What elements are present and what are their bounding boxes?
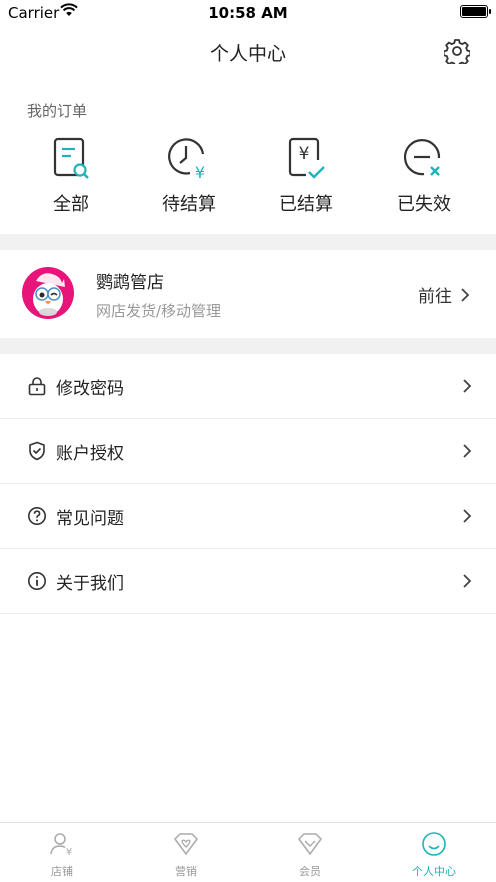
order-pending-button[interactable]: ¥ 待结算 bbox=[139, 136, 239, 216]
chevron-right-icon bbox=[463, 444, 472, 458]
tab-marketing[interactable]: 营销 bbox=[124, 831, 248, 879]
status-time: 10:58 AM bbox=[208, 4, 288, 22]
settings-menu: 修改密码 账户授权 常见问题 关于我们 bbox=[0, 354, 496, 614]
svg-text:¥: ¥ bbox=[66, 847, 72, 857]
shop-go-label: 前往 bbox=[418, 287, 452, 307]
person-yen-icon: ¥ bbox=[50, 833, 72, 857]
minus-circle-x-icon bbox=[403, 139, 441, 176]
svg-text:¥: ¥ bbox=[299, 144, 310, 164]
menu-item-about-us[interactable]: 关于我们 bbox=[0, 549, 496, 614]
gear-icon[interactable] bbox=[444, 38, 470, 64]
tab-bar: ¥ 店铺 营销 会员 个人中心 bbox=[0, 822, 496, 882]
chevron-right-icon bbox=[461, 287, 470, 302]
tab-label: 会员 bbox=[299, 865, 321, 878]
orders-section: 我的订单 全部 ¥ 待结算 ¥ 已结算 已失效 bbox=[0, 96, 496, 234]
shop-description: 网店发货/移动管理 bbox=[96, 302, 222, 320]
clock-yen-icon: ¥ bbox=[168, 138, 205, 182]
menu-label: 修改密码 bbox=[56, 379, 124, 399]
order-settled-button[interactable]: ¥ 已结算 bbox=[256, 136, 356, 216]
document-yen-check-icon: ¥ bbox=[288, 137, 325, 179]
menu-item-faq[interactable]: 常见问题 bbox=[0, 484, 496, 549]
order-expired-label: 已失效 bbox=[397, 194, 451, 215]
lock-icon bbox=[28, 377, 46, 396]
question-circle-icon bbox=[28, 507, 46, 525]
order-settled-label: 已结算 bbox=[279, 194, 333, 215]
diamond-icon bbox=[298, 833, 322, 855]
smile-icon bbox=[422, 832, 446, 856]
info-circle-icon bbox=[28, 572, 46, 590]
parrot-logo-icon bbox=[33, 273, 65, 316]
order-expired-button[interactable]: 已失效 bbox=[374, 136, 474, 216]
tab-shop[interactable]: ¥ 店铺 bbox=[0, 831, 124, 879]
shop-go-button[interactable]: 前往 bbox=[418, 282, 470, 307]
shop-card[interactable]: 鹦鹉管店 网店发货/移动管理 前往 bbox=[0, 250, 496, 338]
orders-title: 我的订单 bbox=[27, 102, 88, 120]
tab-label: 店铺 bbox=[51, 865, 73, 878]
nav-bar: 个人中心 bbox=[0, 26, 496, 76]
menu-label: 关于我们 bbox=[56, 574, 124, 594]
order-all-button[interactable]: 全部 bbox=[21, 136, 121, 216]
diamond-heart-icon bbox=[174, 833, 198, 855]
section-divider bbox=[0, 234, 496, 250]
tab-label: 个人中心 bbox=[412, 865, 456, 878]
shop-avatar bbox=[22, 267, 74, 319]
svg-text:¥: ¥ bbox=[195, 163, 205, 182]
tab-members[interactable]: 会员 bbox=[248, 831, 372, 879]
shop-name: 鹦鹉管店 bbox=[96, 273, 164, 293]
order-all-label: 全部 bbox=[53, 194, 89, 215]
document-search-icon bbox=[53, 137, 89, 179]
page-title: 个人中心 bbox=[209, 43, 286, 65]
menu-label: 账户授权 bbox=[56, 444, 124, 464]
tab-personal-center[interactable]: 个人中心 bbox=[372, 831, 496, 879]
chevron-right-icon bbox=[463, 509, 472, 523]
status-bar: Carrier 10:58 AM bbox=[0, 0, 496, 26]
chevron-right-icon bbox=[463, 379, 472, 393]
battery-icon bbox=[460, 5, 491, 18]
menu-label: 常见问题 bbox=[56, 509, 124, 529]
order-pending-label: 待结算 bbox=[162, 194, 216, 215]
chevron-right-icon bbox=[463, 574, 472, 588]
shield-check-icon bbox=[29, 441, 45, 461]
section-divider bbox=[0, 338, 496, 354]
menu-item-account-authorization[interactable]: 账户授权 bbox=[0, 419, 496, 484]
tab-label: 营销 bbox=[175, 865, 197, 878]
menu-item-change-password[interactable]: 修改密码 bbox=[0, 354, 496, 419]
